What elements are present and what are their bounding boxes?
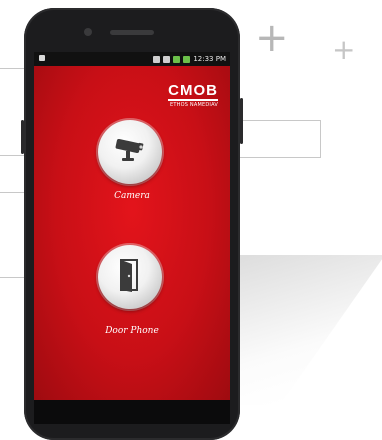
camera-button[interactable] [98, 120, 162, 184]
app-logo: CMOB ETHOS NAMEDIAV [168, 82, 218, 108]
plus-decor-large: + [255, 15, 289, 61]
logo-subtitle: ETHOS NAMEDIAV [170, 102, 218, 108]
status-icons: 12:33 PM [153, 55, 226, 63]
phone-bottom-bezel [34, 400, 230, 424]
image-icon [163, 55, 171, 63]
message-icon [153, 55, 161, 63]
volume-button [240, 98, 243, 144]
door-icon [115, 257, 145, 297]
plus-decor-small: + [332, 33, 356, 66]
signal-icon [173, 55, 181, 63]
background-frame-left-bottom [0, 192, 27, 278]
status-bar: 12:33 PM [34, 52, 230, 66]
cctv-camera-icon [110, 135, 150, 169]
camera-button-label: Camera [114, 191, 150, 201]
background-frame-right [238, 120, 321, 158]
notification-icon [38, 54, 46, 64]
door-phone-button[interactable] [98, 245, 162, 309]
logo-text: CMOB [168, 82, 218, 101]
front-camera [84, 28, 92, 36]
battery-icon [183, 55, 191, 63]
status-time: 12:33 PM [193, 55, 226, 63]
power-button [21, 120, 24, 154]
app-screen: 12:33 PM CMOB ETHOS NAMEDIAV Camera Door… [34, 52, 230, 400]
phone-device: 12:33 PM CMOB ETHOS NAMEDIAV Camera Door… [21, 8, 243, 440]
door-phone-button-label: Door Phone [105, 326, 159, 336]
earpiece-speaker [110, 30, 154, 35]
